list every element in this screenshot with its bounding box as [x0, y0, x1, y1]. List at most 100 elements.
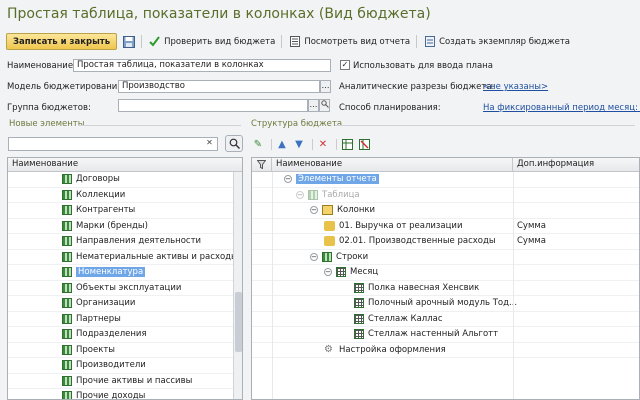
indicator-icon: [324, 220, 335, 231]
search-icon: [229, 138, 240, 149]
table-icon: [62, 391, 72, 399]
remove-column-icon[interactable]: [357, 137, 371, 151]
analytics-link[interactable]: <не указаны>: [483, 82, 548, 92]
use-for-plan-label: Использовать для ввода плана: [353, 61, 493, 71]
scroll-thumb[interactable]: [235, 292, 242, 352]
view-report-label: Посмотреть вид отчета: [304, 36, 411, 47]
add-column-icon[interactable]: [340, 137, 354, 151]
gear-icon: ⚙: [324, 343, 333, 355]
tree-row-label: Стеллаж Каллас: [368, 313, 443, 324]
tree-row-label: Колонки: [337, 205, 376, 216]
save-close-button[interactable]: Записать и закрыть: [6, 33, 118, 50]
list-item[interactable]: Номенклатура: [8, 265, 242, 281]
arrow-down-icon[interactable]: ▼: [292, 137, 306, 151]
collapse-icon[interactable]: −: [284, 175, 292, 184]
view-report-button[interactable]: Посмотреть вид отчета: [288, 35, 410, 48]
collapse-icon[interactable]: −: [324, 268, 332, 277]
tree-row[interactable]: − Элементы отчета: [252, 172, 639, 188]
structure-panel: Наименование Доп.информация − Элементы от…: [251, 157, 640, 400]
list-item[interactable]: Коллекции: [8, 188, 242, 203]
tree-row-label: 02.01. Производственные расходы: [339, 236, 496, 247]
collapse-icon[interactable]: −: [296, 190, 304, 199]
check-budget-button[interactable]: Проверить вид бюджета: [148, 35, 275, 48]
group-select-button[interactable]: …: [308, 99, 319, 112]
list-item[interactable]: Партнеры: [8, 312, 242, 327]
tree-row[interactable]: Стеллаж Каллас: [252, 312, 639, 327]
divider: [272, 172, 273, 399]
list-item-label: Направления деятельности: [76, 236, 202, 247]
tree-row[interactable]: ⚙ Настройка оформления: [252, 343, 639, 358]
tree-row[interactable]: − Колонки: [252, 203, 639, 219]
check-budget-label: Проверить вид бюджета: [164, 36, 276, 47]
method-label: Способ планирования:: [339, 103, 441, 113]
collapse-icon[interactable]: −: [310, 252, 318, 261]
toolbar-separator: [281, 35, 283, 48]
list-item[interactable]: Подразделения: [8, 327, 242, 343]
table-icon: [62, 360, 72, 371]
method-link[interactable]: На фиксированный период месяц: гр: [483, 103, 640, 113]
columns-icon: [322, 205, 333, 216]
tree-row-label: 01. Выручка от реализации: [339, 220, 463, 231]
left-scrollbar[interactable]: [233, 172, 242, 399]
delete-icon[interactable]: ✕: [316, 137, 330, 151]
tree-row[interactable]: − Таблица: [252, 188, 639, 203]
list-item[interactable]: Контрагенты: [8, 203, 242, 219]
table-icon: [62, 267, 72, 278]
list-item-label: Марки (бренды): [76, 220, 148, 231]
table-icon: [62, 313, 72, 324]
table-icon: [62, 344, 72, 355]
filter-icon[interactable]: [252, 158, 272, 171]
table-icon: [62, 236, 72, 247]
save-icon[interactable]: [122, 35, 135, 48]
list-item[interactable]: Организации: [8, 296, 242, 312]
left-search-input[interactable]: [8, 137, 218, 151]
name-field[interactable]: Простая таблица, показатели в колонках: [73, 59, 331, 72]
list-item[interactable]: Проекты: [8, 343, 242, 358]
arrow-up-icon[interactable]: ▲: [275, 137, 289, 151]
list-item[interactable]: Прочие активы и пассивы: [8, 374, 242, 389]
list-item[interactable]: Направления деятельности: [8, 234, 242, 250]
list-item[interactable]: Договоры: [8, 172, 242, 188]
tree-row[interactable]: 01. Выручка от реализации Сумма: [252, 219, 639, 234]
list-item-label: Партнеры: [76, 313, 121, 324]
structure-info-header: Доп.информация: [517, 159, 595, 169]
list-item[interactable]: Объекты эксплуатации: [8, 281, 242, 296]
list-item[interactable]: Марки (бренды): [8, 219, 242, 234]
dimension-icon: [336, 267, 346, 278]
tree-row-label: Полка навесная Хенсвик: [368, 282, 480, 293]
tree-row[interactable]: Стеллаж настенный Альготт: [252, 327, 639, 343]
table-icon: [62, 298, 72, 309]
clear-search-button[interactable]: ✕: [204, 138, 215, 151]
model-label: Модель бюджетирования:: [7, 82, 126, 92]
grid-icon: [354, 329, 364, 340]
magnifier-icon: [320, 100, 329, 108]
table-icon: [62, 329, 72, 340]
list-item[interactable]: Производители: [8, 358, 242, 374]
group-field[interactable]: [118, 99, 308, 112]
list-item[interactable]: Прочие доходы: [8, 389, 242, 399]
tree-row[interactable]: Полочный арочный модуль Тод...: [252, 296, 639, 312]
tree-row[interactable]: − Строки: [252, 250, 639, 265]
tree-row-info: Сумма: [517, 236, 546, 247]
model-select-button[interactable]: …: [320, 80, 331, 93]
window-title: Простая таблица, показатели в колонках (…: [7, 6, 431, 22]
group-search-button[interactable]: [319, 99, 330, 112]
tree-row[interactable]: 02.01. Производственные расходы Сумма: [252, 234, 639, 250]
list-item[interactable]: Нематериальные активы и расходы н: [8, 250, 243, 265]
create-instance-button[interactable]: Создать экземпляр бюджета: [423, 35, 570, 48]
list-item-label: Нематериальные активы и расходы н: [76, 251, 243, 262]
collapse-icon[interactable]: −: [310, 206, 318, 215]
grid-icon: [354, 313, 364, 324]
tree-row[interactable]: Полка навесная Хенсвик: [252, 281, 639, 296]
structure-toolbar: ✎ ▲ ▼ ✕: [251, 137, 374, 151]
list-item-label: Номенклатура: [76, 267, 146, 278]
toolbar-separator: [312, 138, 313, 150]
use-for-plan-checkbox[interactable]: ✓: [340, 60, 350, 70]
edit-icon[interactable]: ✎: [251, 137, 265, 151]
search-button[interactable]: [225, 135, 243, 152]
structure-name-header: Наименование: [272, 158, 513, 171]
model-field[interactable]: Производство: [118, 80, 320, 93]
tree-row-label: Элементы отчета: [296, 174, 379, 185]
divider: [513, 172, 514, 399]
tree-row[interactable]: − Месяц: [252, 265, 639, 281]
